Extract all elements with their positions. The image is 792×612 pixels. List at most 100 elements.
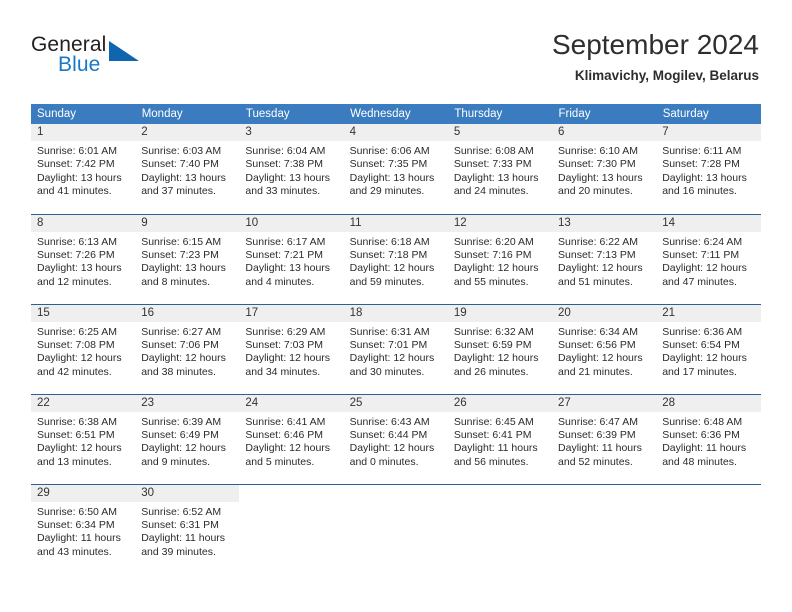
sunrise-text: Sunrise: 6:06 AM [349, 145, 430, 157]
day-cell[interactable]: 9 Sunrise: 6:15 AM Sunset: 7:23 PM Dayli… [135, 213, 240, 304]
daylight-text-line2: and 29 minutes. [349, 185, 425, 198]
daylight-text-line1: Daylight: 12 hours [662, 262, 747, 275]
sunrise-text: Sunrise: 6:25 AM [37, 325, 117, 338]
day-number [239, 484, 344, 502]
day-cell[interactable]: 16 Sunrise: 6:27 AM Sunset: 7:06 PM Dayl… [135, 303, 240, 394]
day-cell[interactable]: 6 Sunrise: 6:10 AM Sunset: 7:30 PM Dayli… [552, 124, 657, 214]
day-cell[interactable]: 14 Sunrise: 6:24 AM Sunset: 7:11 PM Dayl… [656, 213, 761, 304]
day-number: 8 [31, 214, 136, 232]
daylight-text-line2: and 51 minutes. [558, 275, 633, 288]
day-details: Sunrise: 6:41 AM Sunset: 6:46 PM Dayligh… [239, 412, 343, 470]
daylight-text-line2: and 4 minutes. [245, 275, 315, 288]
day-cell[interactable]: 27 Sunrise: 6:47 AM Sunset: 6:39 PM Dayl… [552, 393, 657, 484]
day-cell[interactable]: 12 Sunrise: 6:20 AM Sunset: 7:16 PM Dayl… [447, 213, 553, 304]
daylight-text-line1: Daylight: 11 hours [37, 532, 121, 545]
sunset-text: Sunset: 7:38 PM [245, 158, 324, 171]
daylight-text-line2: and 33 minutes. [245, 185, 321, 198]
brand-logo[interactable]: General Blue [31, 33, 251, 83]
day-number: 26 [447, 394, 553, 412]
day-cell[interactable]: 18 Sunrise: 6:31 AM Sunset: 7:01 PM Dayl… [343, 303, 448, 394]
sunrise-text: Sunrise: 6:50 AM [37, 505, 117, 518]
sunset-text: Sunset: 6:54 PM [662, 338, 740, 351]
sunset-text: Sunset: 7:11 PM [662, 248, 740, 261]
daylight-text-line1: Daylight: 12 hours [349, 262, 435, 275]
day-cell[interactable]: 10 Sunrise: 6:17 AM Sunset: 7:21 PM Dayl… [239, 213, 344, 304]
day-number: 23 [135, 394, 240, 412]
day-number: 13 [552, 214, 657, 232]
daylight-text-line2: and 24 minutes. [453, 185, 529, 198]
day-cell[interactable]: 26 Sunrise: 6:45 AM Sunset: 6:41 PM Dayl… [447, 393, 553, 484]
day-number: 16 [135, 304, 240, 322]
triangle-flag-icon [109, 41, 139, 61]
daylight-text-line1: Daylight: 12 hours [245, 442, 331, 455]
day-cell[interactable]: 21 Sunrise: 6:36 AM Sunset: 6:54 PM Dayl… [656, 303, 761, 394]
day-cell[interactable]: 24 Sunrise: 6:41 AM Sunset: 6:46 PM Dayl… [239, 393, 344, 484]
day-cell[interactable]: 2 Sunrise: 6:03 AM Sunset: 7:40 PM Dayli… [135, 124, 240, 214]
daylight-text-line2: and 34 minutes. [245, 365, 321, 378]
sunrise-text: Sunrise: 6:52 AM [141, 505, 222, 518]
sunset-text: Sunset: 7:42 PM [37, 158, 115, 171]
day-cell[interactable]: 11 Sunrise: 6:18 AM Sunset: 7:18 PM Dayl… [343, 213, 448, 304]
day-cell[interactable]: 22 Sunrise: 6:38 AM Sunset: 6:51 PM Dayl… [31, 393, 136, 484]
page-header: General Blue September 2024 Klimavichy, … [0, 0, 792, 100]
page-title: September 2024 [551, 29, 759, 60]
day-details: Sunrise: 6:50 AM Sunset: 6:34 PM Dayligh… [31, 502, 135, 560]
sunrise-text: Sunrise: 6:43 AM [349, 415, 430, 428]
sunrise-text: Sunrise: 6:08 AM [453, 145, 534, 157]
sunrise-text: Sunrise: 6:41 AM [245, 415, 326, 428]
day-cell[interactable]: 3 Sunrise: 6:04 AM Sunset: 7:38 PM Dayli… [239, 124, 344, 214]
day-number: 28 [656, 394, 761, 412]
day-cell[interactable]: 30 Sunrise: 6:52 AM Sunset: 6:31 PM Dayl… [135, 483, 240, 574]
calendar-body: 1 Sunrise: 6:01 AM Sunset: 7:42 PM Dayli… [31, 124, 761, 574]
day-cell[interactable]: 17 Sunrise: 6:29 AM Sunset: 7:03 PM Dayl… [239, 303, 344, 394]
sunset-text: Sunset: 6:36 PM [662, 428, 740, 441]
sunset-text: Sunset: 7:40 PM [141, 158, 219, 171]
daylight-text-line1: Daylight: 12 hours [141, 442, 226, 455]
day-cell[interactable]: 4 Sunrise: 6:06 AM Sunset: 7:35 PM Dayli… [343, 124, 448, 214]
sunrise-text: Sunrise: 6:45 AM [453, 415, 534, 428]
day-cell[interactable]: 15 Sunrise: 6:25 AM Sunset: 7:08 PM Dayl… [31, 303, 136, 394]
day-cell[interactable]: 23 Sunrise: 6:39 AM Sunset: 6:49 PM Dayl… [135, 393, 240, 484]
day-details: Sunrise: 6:22 AM Sunset: 7:13 PM Dayligh… [552, 232, 656, 290]
day-cell[interactable]: 7 Sunrise: 6:11 AM Sunset: 7:28 PM Dayli… [656, 124, 761, 214]
day-number: 29 [31, 484, 136, 502]
sunrise-text: Sunrise: 6:29 AM [245, 325, 326, 338]
calendar-week-row: 8 Sunrise: 6:13 AM Sunset: 7:26 PM Dayli… [31, 213, 761, 304]
daylight-text-line1: Daylight: 13 hours [245, 262, 331, 275]
daylight-text-line2: and 55 minutes. [453, 275, 529, 288]
day-number: 7 [656, 124, 761, 141]
sunset-text: Sunset: 7:16 PM [453, 248, 532, 261]
sunset-text: Sunset: 7:01 PM [349, 338, 428, 351]
daylight-text-line1: Daylight: 13 hours [558, 171, 643, 184]
calendar-grid: Sunday Monday Tuesday Wednesday Thursday… [31, 104, 762, 574]
day-cell[interactable]: 1 Sunrise: 6:01 AM Sunset: 7:42 PM Dayli… [31, 124, 136, 214]
sunset-text: Sunset: 7:06 PM [141, 338, 219, 351]
sunset-text: Sunset: 7:08 PM [37, 338, 115, 351]
day-cell[interactable]: 25 Sunrise: 6:43 AM Sunset: 6:44 PM Dayl… [343, 393, 448, 484]
day-number: 19 [447, 304, 553, 322]
sunset-text: Sunset: 6:51 PM [37, 428, 115, 441]
day-cell[interactable]: 20 Sunrise: 6:34 AM Sunset: 6:56 PM Dayl… [552, 303, 657, 394]
day-cell[interactable]: 5 Sunrise: 6:08 AM Sunset: 7:33 PM Dayli… [447, 124, 553, 214]
day-number: 9 [135, 214, 240, 232]
daylight-text-line1: Daylight: 13 hours [662, 171, 747, 184]
daylight-text-line1: Daylight: 12 hours [37, 442, 122, 455]
daylight-text-line1: Daylight: 12 hours [349, 442, 435, 455]
day-cell[interactable]: 29 Sunrise: 6:50 AM Sunset: 6:34 PM Dayl… [31, 483, 136, 574]
day-number [447, 484, 553, 502]
calendar-week-row: 22 Sunrise: 6:38 AM Sunset: 6:51 PM Dayl… [31, 393, 761, 484]
day-details: Sunrise: 6:32 AM Sunset: 6:59 PM Dayligh… [448, 322, 552, 380]
day-details: Sunrise: 6:31 AM Sunset: 7:01 PM Dayligh… [344, 322, 448, 380]
daylight-text-line2: and 39 minutes. [141, 545, 216, 558]
day-details: Sunrise: 6:15 AM Sunset: 7:23 PM Dayligh… [135, 232, 239, 290]
sunrise-text: Sunrise: 6:38 AM [37, 415, 117, 428]
sunrise-text: Sunrise: 6:11 AM [662, 145, 742, 157]
day-cell-empty [447, 483, 553, 574]
day-cell[interactable]: 19 Sunrise: 6:32 AM Sunset: 6:59 PM Dayl… [447, 303, 553, 394]
day-cell[interactable]: 8 Sunrise: 6:13 AM Sunset: 7:26 PM Dayli… [31, 213, 136, 304]
sunset-text: Sunset: 7:03 PM [245, 338, 324, 351]
day-cell[interactable]: 28 Sunrise: 6:48 AM Sunset: 6:36 PM Dayl… [656, 393, 761, 484]
day-number: 17 [239, 304, 344, 322]
day-cell[interactable]: 13 Sunrise: 6:22 AM Sunset: 7:13 PM Dayl… [552, 213, 657, 304]
day-details: Sunrise: 6:01 AM Sunset: 7:42 PM Dayligh… [31, 141, 135, 199]
